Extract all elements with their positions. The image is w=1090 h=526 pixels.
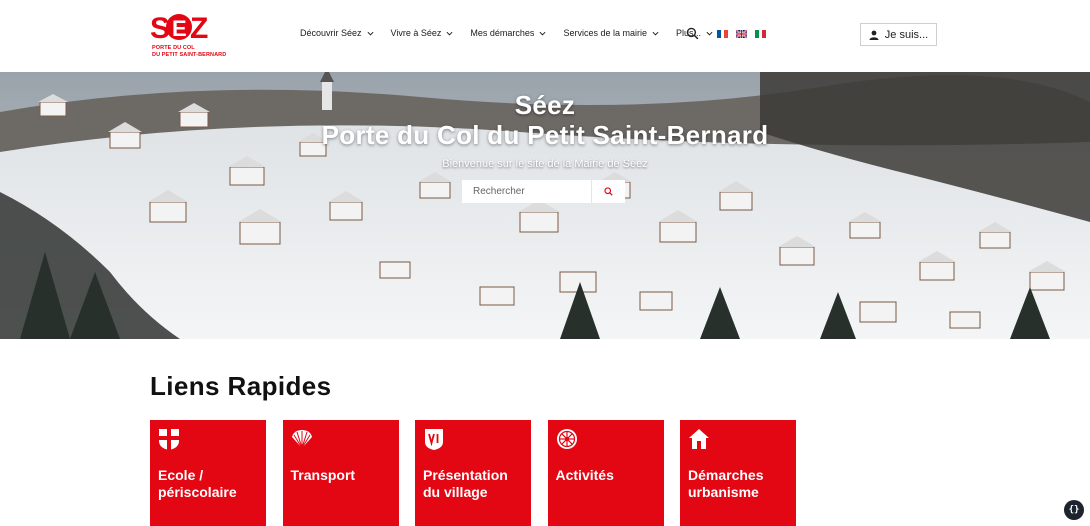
hero-title-line-2: Porte du Col du Petit Saint-Bernard xyxy=(321,120,769,150)
flag-en-icon[interactable] xyxy=(736,30,747,38)
nav-label: Mes démarches xyxy=(470,28,535,38)
quick-link-ecole[interactable]: Ecole / périscolaire xyxy=(150,420,266,526)
quick-link-label: Présentation du village xyxy=(423,467,508,500)
shell-icon xyxy=(291,430,312,449)
language-switcher xyxy=(717,30,774,38)
quick-links-title: Liens Rapides xyxy=(150,371,332,401)
quick-link-transport[interactable]: Transport xyxy=(282,420,399,526)
logo-tagline: PORTE DU COL DU PETIT SAINT-BERNARD xyxy=(152,45,227,59)
svg-text:Z: Z xyxy=(190,12,208,42)
chevron-down-icon xyxy=(706,31,713,36)
nav-item-services[interactable]: Services de la mairie xyxy=(563,28,659,38)
quick-links-grid: Ecole / périscolaire Transport Présentat… xyxy=(150,420,813,526)
hero-subtitle: Bienvenue sur le site de la Mairie de Sé… xyxy=(442,158,648,170)
quick-link-label: Ecole / périscolaire xyxy=(158,467,237,500)
quick-link-label: Transport xyxy=(290,467,356,483)
vi-badge-icon xyxy=(425,429,443,450)
nav-label: Services de la mairie xyxy=(563,28,647,38)
je-suis-button[interactable]: Je suis... xyxy=(860,23,937,46)
logo-line-2: DU PETIT SAINT-BERNARD xyxy=(152,52,227,58)
flag-uk-graphic xyxy=(736,30,747,38)
savoie-cross-icon xyxy=(159,429,179,450)
site-header: S E Z PORTE DU COL DU PETIT SAINT-BERNAR… xyxy=(0,0,1090,72)
quick-link-urbanisme[interactable]: Démarches urbanisme xyxy=(680,420,796,526)
wheel-icon xyxy=(556,429,577,449)
chevron-down-icon xyxy=(652,31,659,36)
search-icon xyxy=(604,187,613,196)
nav-item-vivre[interactable]: Vivre à Séez xyxy=(391,28,454,38)
logo-mark: S E Z xyxy=(150,12,208,42)
chevron-down-icon xyxy=(367,31,374,36)
nav-label: Vivre à Séez xyxy=(390,28,442,38)
svg-text:E: E xyxy=(172,16,187,41)
quick-link-presentation[interactable]: Présentation du village xyxy=(415,420,531,526)
quick-link-activites[interactable]: Activités xyxy=(547,420,664,526)
main-nav: Découvrir Séez Vivre à Séez Mes démarche… xyxy=(300,22,730,44)
search-input[interactable] xyxy=(462,180,591,203)
hero-search-bar xyxy=(462,180,625,203)
quick-link-label: Démarches urbanisme xyxy=(688,467,764,500)
floating-action-button[interactable]: {} xyxy=(1064,500,1084,520)
flag-it-icon[interactable] xyxy=(755,30,766,38)
chevron-down-icon xyxy=(446,31,453,36)
quick-link-label: Activités xyxy=(555,467,614,483)
logo[interactable]: S E Z PORTE DU COL DU PETIT SAINT-BERNAR… xyxy=(150,10,227,62)
search-icon[interactable] xyxy=(686,27,699,40)
chevron-down-icon xyxy=(539,31,546,36)
hero-banner: Séez Porte du Col du Petit Saint-Bernard… xyxy=(0,72,1090,339)
logo-line-1: PORTE DU COL xyxy=(152,45,195,51)
nav-item-demarches[interactable]: Mes démarches xyxy=(470,28,546,38)
user-icon xyxy=(869,30,879,40)
nav-label: Découvrir Séez xyxy=(300,28,362,38)
hero-title-line-1: Séez xyxy=(514,90,576,120)
hero-title: Séez Porte du Col du Petit Saint-Bernard xyxy=(0,90,1090,150)
nav-item-decouvrir[interactable]: Découvrir Séez xyxy=(300,28,374,38)
je-suis-label: Je suis... xyxy=(884,28,929,41)
flag-fr-icon[interactable] xyxy=(717,30,728,38)
house-icon xyxy=(689,429,709,449)
search-submit-button[interactable] xyxy=(591,180,625,203)
